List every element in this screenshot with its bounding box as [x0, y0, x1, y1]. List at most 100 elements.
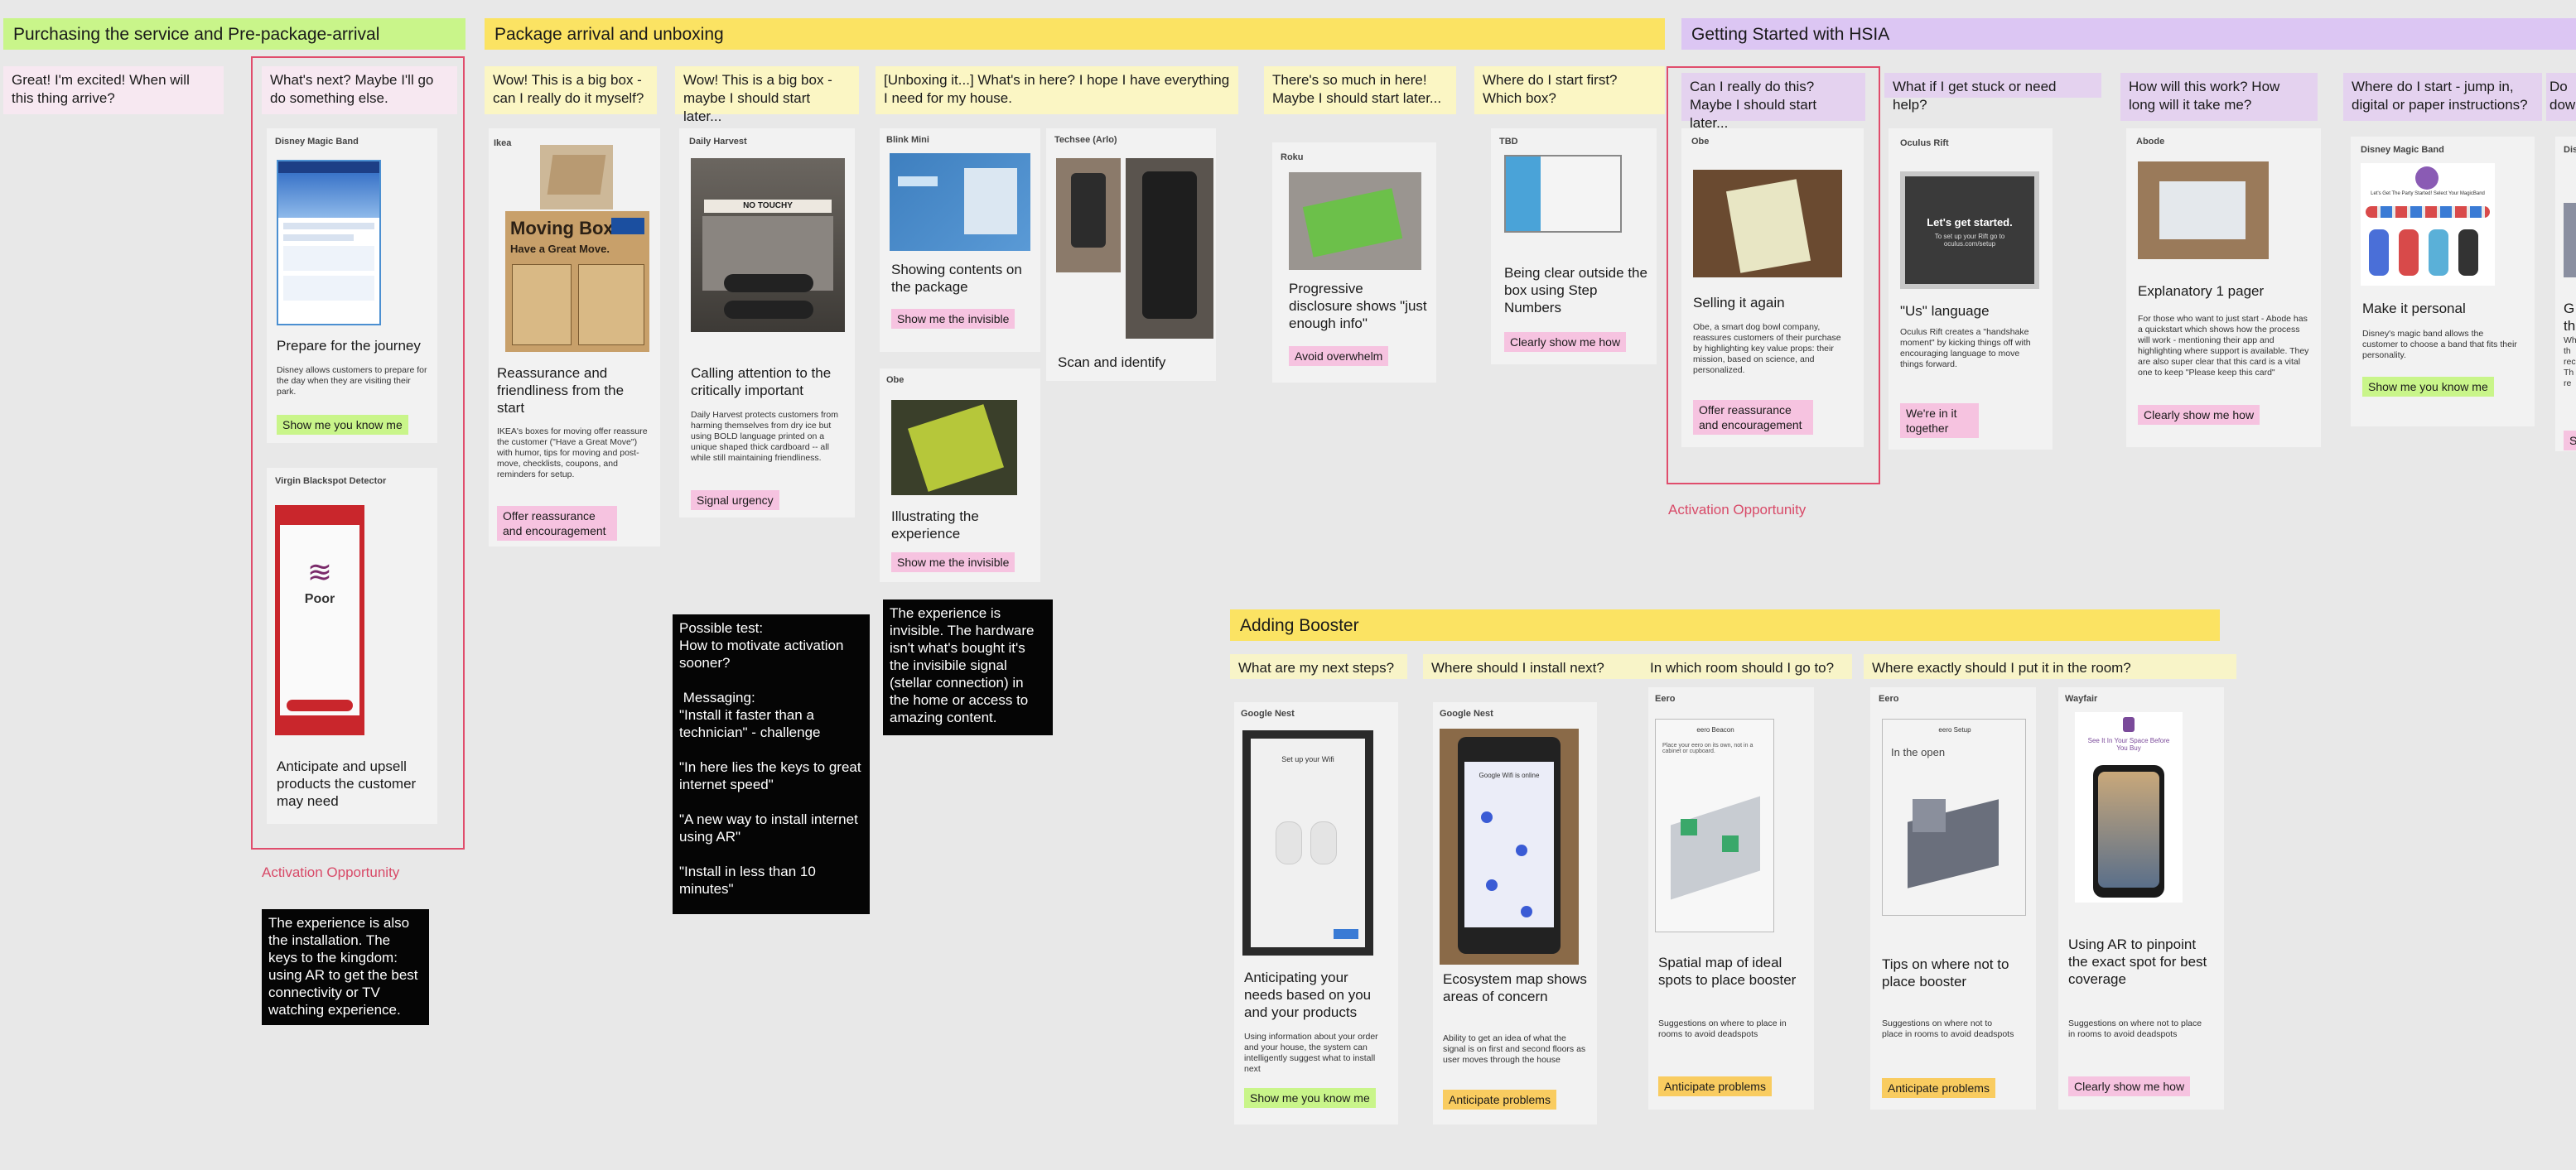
- activation-label: Activation Opportunity: [1668, 502, 1807, 518]
- screen-title: Set up your Wifi: [1281, 755, 1334, 763]
- card-obe-illustrating[interactable]: Obe Illustrating the experience Show me …: [880, 368, 1040, 582]
- tag-show-me-you-know-me[interactable]: Show me you know me: [1244, 1088, 1376, 1108]
- card-title: Progressive disclosure shows "just enoug…: [1289, 281, 1427, 331]
- sticky-wow-2[interactable]: Wow! This is a big box - maybe I should …: [675, 66, 859, 124]
- signal-quality: Poor: [304, 592, 335, 606]
- section-header-package[interactable]: Package arrival and unboxing: [485, 18, 1665, 50]
- tag-avoid-overwhelm[interactable]: Avoid overwhelm: [1289, 346, 1389, 366]
- box-title: Moving Box: [510, 218, 614, 238]
- tag-show-me-you-know-me[interactable]: Show me you know me: [2362, 377, 2494, 397]
- tag-anticipate-problems[interactable]: Anticipate problems: [1658, 1076, 1772, 1096]
- card-title: "Us" language: [1900, 303, 1990, 319]
- sticky-install-next[interactable]: Where should I install next?: [1423, 654, 1647, 679]
- card-description: Using information about your order and y…: [1244, 1032, 1378, 1074]
- tag-clearly-show-me-how[interactable]: Clearly show me how: [2068, 1076, 2191, 1096]
- card-description: IKEA's boxes for moving offer reassure t…: [497, 426, 648, 479]
- card-title: Ecosystem map shows areas of concern: [1443, 971, 1587, 1004]
- card-roku[interactable]: Roku Progressive disclosure shows "just …: [1272, 142, 1436, 383]
- card-eero-1[interactable]: Eero eero Beacon Place your eero on its …: [1648, 687, 1814, 1110]
- screen-subtitle: In the open: [1891, 746, 1946, 758]
- tag-offer-reassurance[interactable]: Offer reassurance and encouragement: [497, 506, 617, 541]
- sticky-great[interactable]: Great! I'm excited! When will this thing…: [3, 66, 224, 114]
- photo-ikea-moving-box: Moving Box Have a Great Move.: [505, 211, 649, 352]
- card-title: Calling attention to the critically impo…: [691, 365, 832, 398]
- card-oculus[interactable]: Oculus Rift Let's get started. To set up…: [1889, 128, 2053, 450]
- card-brand: Daily Harvest: [689, 137, 747, 147]
- tag-were-in-it-together[interactable]: We're in it together: [1900, 403, 1979, 438]
- tag-show-me-the-invisible[interactable]: Show me the invisible: [891, 552, 1015, 572]
- card-description: Suggestions on where not to place in roo…: [1882, 1018, 2014, 1039]
- card-daily-harvest[interactable]: Daily Harvest NO TOUCHY Calling attentio…: [679, 128, 855, 518]
- screenshot-virgin-app: ≋ Poor: [275, 505, 364, 735]
- note-possible-test[interactable]: Possible test: How to motivate activatio…: [673, 614, 870, 914]
- card-abode[interactable]: Abode Explanatory 1 pager For those who …: [2126, 128, 2321, 447]
- sticky-where-start[interactable]: Where do I start first? Which box?: [1474, 66, 1665, 114]
- section-header-booster[interactable]: Adding Booster: [1230, 609, 2220, 641]
- card-disney-partial[interactable]: Disn G th Wh th rec Th re S: [2555, 137, 2576, 451]
- card-description: Suggestions on where to place in rooms t…: [1658, 1018, 1787, 1039]
- note-invisible-experience[interactable]: The experience is invisible. The hardwar…: [883, 599, 1053, 735]
- card-title: Make it personal: [2362, 301, 2466, 316]
- sticky-so-much[interactable]: There's so much in here! Maybe I should …: [1264, 66, 1456, 114]
- card-disney-magic-band[interactable]: Disney Magic Band Prepare for the journe…: [267, 128, 437, 443]
- card-ikea[interactable]: Ikea Moving Box Have a Great Move. Reass…: [489, 128, 660, 546]
- sticky-which-room[interactable]: In which room should I go to?: [1642, 654, 1852, 679]
- box-warning: NO TOUCHY: [704, 200, 832, 213]
- activation-label: Activation Opportunity: [262, 864, 400, 880]
- card-title: Prepare for the journey: [277, 338, 421, 354]
- tag-show-me-the-invisible[interactable]: Show me the invisible: [891, 309, 1015, 329]
- screen-subtitle: To set up your Rift go to oculus.com/set…: [1934, 233, 2005, 248]
- card-virgin-blackspot[interactable]: Virgin Blackspot Detector ≋ Poor Anticip…: [267, 468, 437, 824]
- card-google-nest-2[interactable]: Google Nest Google Wifi is online Ecosys…: [1433, 702, 1597, 1124]
- tag-signal-urgency[interactable]: Signal urgency: [691, 490, 779, 510]
- card-google-nest-1[interactable]: Google Nest Set up your Wifi Anticipatin…: [1234, 702, 1398, 1124]
- card-title: Using AR to pinpoint the exact spot for …: [2068, 936, 2207, 987]
- card-brand: Roku: [1281, 152, 1304, 162]
- photo-abode-1pager: [2138, 161, 2269, 259]
- section-header-purchasing[interactable]: Purchasing the service and Pre-package-a…: [3, 18, 466, 50]
- sticky-stuck[interactable]: What if I get stuck or need help?: [1884, 73, 2101, 113]
- sticky-next-steps[interactable]: What are my next steps?: [1230, 654, 1407, 679]
- card-brand: Obe: [886, 375, 904, 385]
- tag-partial[interactable]: S: [2564, 431, 2576, 450]
- card-description: Ability to get an idea of what the signa…: [1443, 1033, 1586, 1065]
- screenshot-wayfair-ar: See It In Your Space Before You Buy: [2075, 712, 2183, 903]
- card-brand: Disn: [2564, 145, 2576, 155]
- card-wayfair[interactable]: Wayfair See It In Your Space Before You …: [2058, 687, 2224, 1110]
- card-obe-selling[interactable]: Obe Selling it again Obe, a smart dog bo…: [1681, 128, 1864, 447]
- card-title: Anticipating your needs based on you and…: [1244, 970, 1372, 1020]
- card-description: Wh th rec Th re: [2564, 335, 2576, 388]
- photo-roku-box: [1289, 172, 1421, 270]
- card-brand: Google Nest: [1241, 709, 1295, 719]
- card-description: For those who want to just start - Abode…: [2138, 314, 2309, 378]
- photo-ikea-box-small: [540, 145, 613, 209]
- tag-anticipate-problems[interactable]: Anticipate problems: [1443, 1090, 1556, 1110]
- card-brand: Techsee (Arlo): [1054, 135, 1117, 145]
- sticky-where-exactly[interactable]: Where exactly should I put it in the roo…: [1864, 654, 2236, 679]
- card-blink-mini[interactable]: Blink Mini Showing contents on the packa…: [880, 128, 1040, 352]
- card-title: Spatial map of ideal spots to place boos…: [1658, 955, 1797, 988]
- photo-daily-harvest-box: NO TOUCHY: [691, 158, 845, 332]
- wifi-icon: ≋: [306, 555, 333, 589]
- card-tbd[interactable]: TBD Being clear outside the box using St…: [1491, 128, 1657, 364]
- sticky-wow-1[interactable]: Wow! This is a big box - can I really do…: [485, 66, 657, 114]
- sticky-how-work[interactable]: How will this work? How long will it tak…: [2120, 73, 2318, 121]
- tag-anticipate-problems[interactable]: Anticipate problems: [1882, 1078, 1995, 1098]
- card-description: Suggestions on where not to place in roo…: [2068, 1018, 2202, 1039]
- card-techsee[interactable]: Techsee (Arlo) Scan and identify: [1046, 128, 1216, 381]
- sticky-jump-in[interactable]: Where do I start - jump in, digital or p…: [2343, 73, 2542, 121]
- tag-show-me-you-know-me[interactable]: Show me you know me: [277, 415, 408, 435]
- tag-clearly-show-me-how[interactable]: Clearly show me how: [2138, 405, 2260, 425]
- sticky-unboxing[interactable]: [Unboxing it...] What's in here? I hope …: [876, 66, 1238, 114]
- photo-obe-bowl: [891, 400, 1017, 495]
- card-description: Oculus Rift creates a "handshake moment"…: [1900, 327, 2031, 369]
- note-experience-install[interactable]: The experience is also the installation.…: [262, 909, 429, 1025]
- tag-clearly-show-me-how[interactable]: Clearly show me how: [1504, 332, 1627, 352]
- card-eero-2[interactable]: Eero eero Setup In the open Tips on wher…: [1870, 687, 2036, 1110]
- tag-offer-reassurance[interactable]: Offer reassurance and encouragement: [1693, 400, 1813, 435]
- section-header-getting-started[interactable]: Getting Started with HSIA: [1681, 18, 2576, 50]
- card-disney-personal[interactable]: Disney Magic Band Let's Get The Party St…: [2351, 137, 2535, 426]
- screenshot-oculus-setup: Let's get started. To set up your Rift g…: [1900, 171, 2039, 289]
- sticky-do-dow[interactable]: Do dow: [2546, 73, 2576, 121]
- screen-subtitle: Place your eero on its own, not in a cab…: [1662, 743, 1754, 754]
